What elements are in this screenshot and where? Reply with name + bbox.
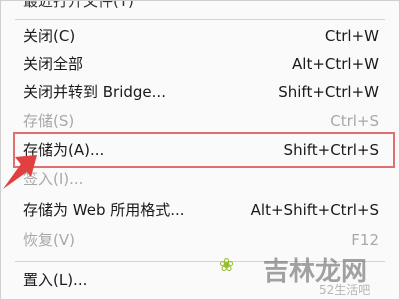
menu-item-label: 恢复(V): [23, 231, 75, 249]
menu-separator: [15, 19, 385, 20]
menu-item-label: 签入(I)...: [23, 170, 84, 188]
recent-files-item-clipped[interactable]: 最近打开文件(T): [23, 1, 134, 9]
menu-item-label: 关闭全部: [23, 55, 84, 73]
menu-item-shortcut: Ctrl+W: [324, 27, 379, 45]
menu-item-label: 关闭(C): [23, 27, 76, 45]
menu-item-close-and-go-to-bridge[interactable]: 关闭并转到 Bridge... Shift+Ctrl+W: [1, 79, 399, 105]
menu-item-close-all[interactable]: 关闭全部 Alt+Ctrl+W: [1, 51, 399, 77]
menu-item-save-as[interactable]: 存储为(A)... Shift+Ctrl+S: [1, 137, 399, 163]
menu-item-label: 存储(S): [23, 112, 75, 130]
menu-item-close[interactable]: 关闭(C) Ctrl+W: [1, 23, 399, 49]
menu-item-label: 存储为 Web 所用格式...: [23, 201, 185, 219]
menu-item-shortcut: Alt+Ctrl+W: [292, 55, 379, 73]
menu-item-shortcut: Shift+Ctrl+S: [283, 141, 379, 159]
menu-item-check-in: 签入(I)...: [1, 166, 399, 192]
menu-item-save-for-web[interactable]: 存储为 Web 所用格式... Alt+Shift+Ctrl+S: [1, 197, 399, 223]
watermark-sub: 52生活吧: [319, 283, 371, 297]
menu-item-shortcut: Shift+Ctrl+W: [278, 83, 379, 101]
menu-item-save: 存储(S) Ctrl+S: [1, 108, 399, 134]
file-menu: 最近打开文件(T) 关闭(C) Ctrl+W 关闭全部 Alt+Ctrl+W 关…: [0, 0, 400, 300]
menu-item-label: 存储为(A)...: [23, 141, 105, 159]
menu-item-label: 关闭并转到 Bridge...: [23, 83, 166, 101]
menu-item-shortcut: Ctrl+S: [330, 112, 379, 130]
menu-item-shortcut: F12: [351, 231, 379, 249]
watermark-logo-icon: ❀: [219, 255, 234, 276]
menu-item-revert: 恢复(V) F12: [1, 227, 399, 253]
menu-item-label: 置入(L)...: [23, 271, 88, 289]
menu-item-shortcut: Alt+Shift+Ctrl+S: [250, 201, 379, 219]
